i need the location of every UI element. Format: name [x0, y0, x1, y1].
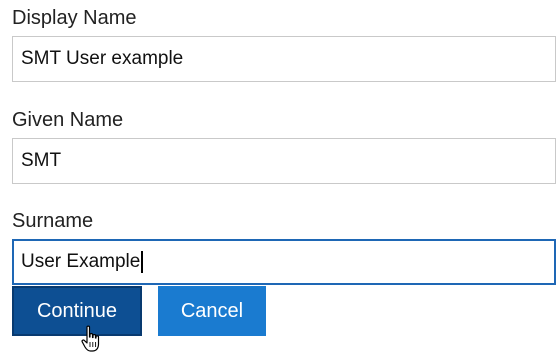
display-name-input[interactable]: SMT User example — [12, 36, 556, 82]
cancel-button[interactable]: Cancel — [158, 286, 266, 336]
surname-input[interactable]: User Example — [12, 239, 556, 285]
surname-label: Surname — [12, 210, 94, 232]
text-caret — [141, 251, 143, 273]
continue-button[interactable]: Continue — [12, 286, 142, 336]
surname-field: Surname User Example — [12, 203, 556, 285]
given-name-value: SMT — [21, 150, 62, 171]
given-name-field: Given Name SMT — [12, 102, 556, 184]
display-name-label: Display Name — [12, 7, 137, 29]
form-actions: Continue Cancel — [12, 286, 266, 336]
display-name-value: SMT User example — [21, 48, 184, 69]
surname-value: User Example — [21, 251, 141, 272]
hand-pointer-icon — [81, 325, 100, 352]
given-name-input[interactable]: SMT — [12, 138, 556, 184]
given-name-label: Given Name — [12, 109, 124, 131]
user-form: Display Name SMT User example Given Name… — [12, 0, 556, 285]
display-name-field: Display Name SMT User example — [12, 0, 556, 82]
